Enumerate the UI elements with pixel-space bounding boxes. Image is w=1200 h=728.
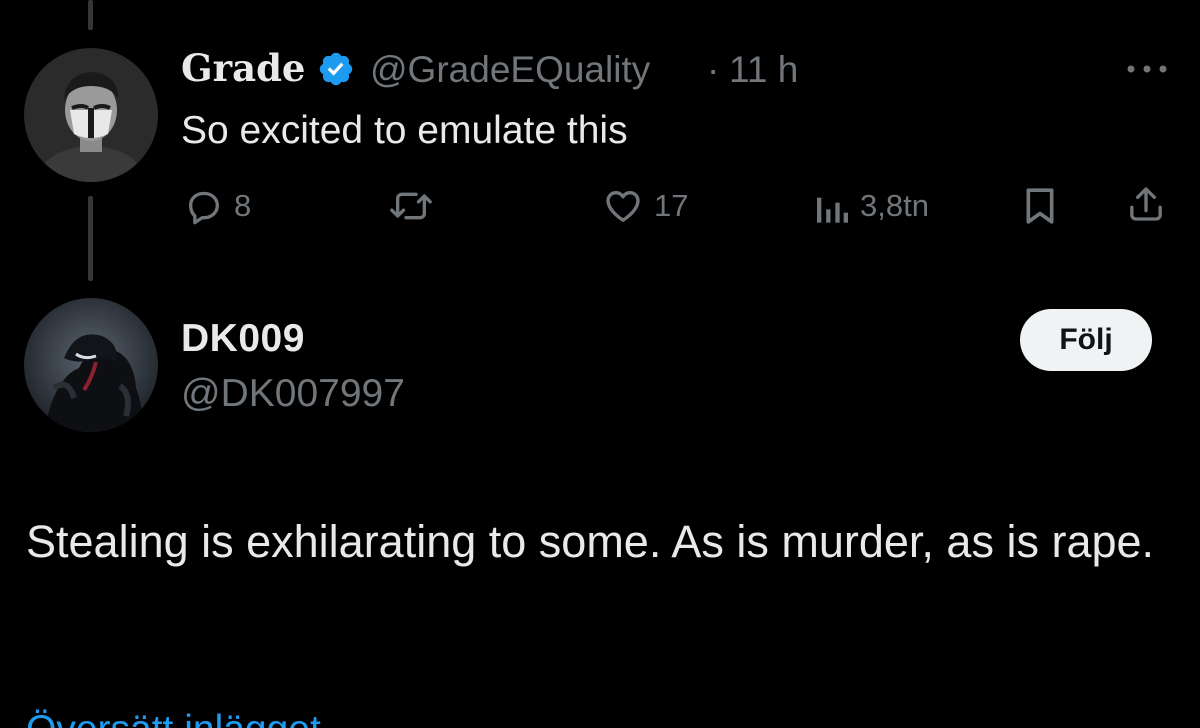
- tweet-timestamp[interactable]: 11 h: [729, 47, 798, 93]
- verified-badge-icon: [317, 50, 355, 88]
- translate-post-link[interactable]: Översätt inlägget: [26, 706, 321, 728]
- like-button[interactable]: 17: [602, 186, 688, 226]
- like-count: 17: [654, 188, 689, 223]
- more-options-icon[interactable]: [1124, 58, 1170, 80]
- separator-dot: ·: [707, 49, 720, 90]
- reply-button[interactable]: 8: [184, 186, 251, 226]
- views-button[interactable]: 3,8tn: [814, 186, 929, 226]
- share-button[interactable]: [1126, 184, 1166, 224]
- tweet-text-dk009: Stealing is exhilarating to some. As is …: [26, 516, 1155, 567]
- share-icon: [1130, 187, 1162, 221]
- follow-button[interactable]: Följ: [1020, 309, 1152, 371]
- bookmark-icon: [1026, 188, 1054, 224]
- display-name-dk009[interactable]: DK009: [181, 315, 305, 363]
- thread-line-middle: [88, 196, 93, 281]
- views-count: 3,8tn: [860, 188, 929, 223]
- tweet-thread-view: Grade @GradeEQuality · 11 h So excited t…: [0, 0, 1200, 728]
- bookmark-button[interactable]: [1022, 186, 1058, 226]
- avatar-dk009[interactable]: [24, 298, 158, 432]
- views-chart-icon: [817, 197, 848, 223]
- thread-line-top: [88, 0, 93, 30]
- handle-grade[interactable]: @GradeEQuality: [370, 47, 650, 93]
- repost-button[interactable]: [387, 186, 445, 226]
- heart-icon: [606, 191, 640, 222]
- repost-icon: [390, 192, 432, 220]
- tweet-text-grade: So excited to emulate this: [181, 109, 628, 152]
- display-name-grade[interactable]: Grade: [181, 45, 305, 91]
- handle-dk009[interactable]: @DK007997: [181, 370, 405, 418]
- reply-count: 8: [234, 188, 252, 223]
- avatar-grade[interactable]: [24, 48, 158, 182]
- reply-icon: [189, 191, 219, 225]
